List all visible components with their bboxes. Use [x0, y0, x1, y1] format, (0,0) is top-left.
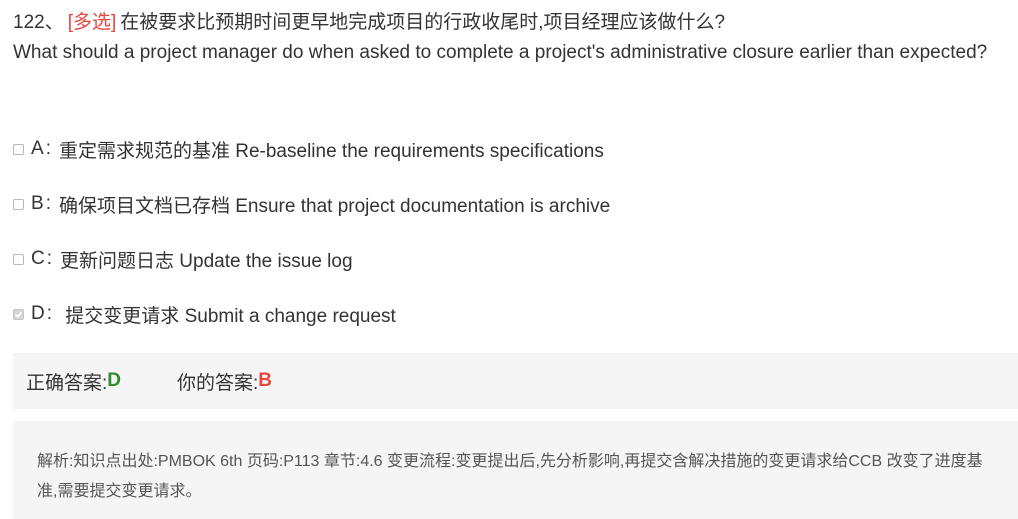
- analysis-text: 解析:知识点出处:PMBOK 6th 页码:P113 章节:4.6 变更流程:变…: [37, 453, 983, 500]
- option-d[interactable]: D : 提交变更请求 Submit a change request: [13, 299, 1003, 329]
- option-d-checkbox[interactable]: [13, 308, 24, 320]
- your-answer-value: B: [258, 370, 273, 391]
- option-b-letter: B: [31, 193, 44, 214]
- option-c-checkbox[interactable]: [13, 253, 24, 265]
- option-d-separator: :: [46, 303, 53, 324]
- analysis-panel: 解析:知识点出处:PMBOK 6th 页码:P113 章节:4.6 变更流程:变…: [13, 421, 1018, 519]
- option-c-separator: :: [46, 248, 53, 269]
- option-b[interactable]: B : 确保项目文档已存档 Ensure that project docume…: [13, 189, 1003, 219]
- correct-answer-label: 正确答案:: [26, 372, 108, 394]
- options-list: A : 重定需求规范的基准 Re-baseline the requiremen…: [13, 134, 1003, 354]
- option-b-separator: :: [45, 193, 51, 214]
- option-a-checkbox[interactable]: [13, 143, 24, 155]
- option-d-letter: D: [31, 303, 45, 324]
- correct-answer-value: D: [107, 370, 122, 391]
- question: 122、 [多选] 在被要求比预期时间更早地完成项目的行政收尾时,项目经理应该做什么…: [13, 8, 1003, 68]
- question-text-en: What should a project manager do when as…: [13, 42, 988, 63]
- option-c-letter: C: [31, 248, 45, 269]
- option-a-letter: A: [31, 138, 44, 159]
- answer-panel: 正确答案: D 你的答案: B: [13, 353, 1018, 409]
- your-answer: 你的答案: B: [177, 368, 272, 395]
- option-a-separator: :: [45, 138, 51, 159]
- question-type-tag: [多选]: [67, 12, 117, 33]
- option-a[interactable]: A : 重定需求规范的基准 Re-baseline the requiremen…: [13, 134, 1003, 164]
- option-d-text: 提交变更请求 Submit a change request: [60, 305, 396, 327]
- your-answer-label: 你的答案:: [177, 372, 259, 394]
- option-b-checkbox[interactable]: [13, 198, 24, 210]
- question-number: 122、: [13, 12, 64, 33]
- option-a-text: 重定需求规范的基准 Re-baseline the requirements s…: [58, 140, 604, 162]
- option-c[interactable]: C : 更新问题日志 Update the issue log: [13, 244, 1003, 274]
- option-c-text: 更新问题日志 Update the issue log: [60, 250, 353, 272]
- correct-answer: 正确答案: D: [26, 368, 121, 395]
- question-text-cn: 在被要求比预期时间更早地完成项目的行政收尾时,项目经理应该做什么?: [120, 12, 726, 33]
- option-b-text: 确保项目文档已存档 Ensure that project documentat…: [58, 195, 611, 217]
- question-line-cn: 122、 [多选] 在被要求比预期时间更早地完成项目的行政收尾时,项目经理应该做什么…: [13, 8, 1003, 38]
- checkmark-icon: [14, 311, 23, 318]
